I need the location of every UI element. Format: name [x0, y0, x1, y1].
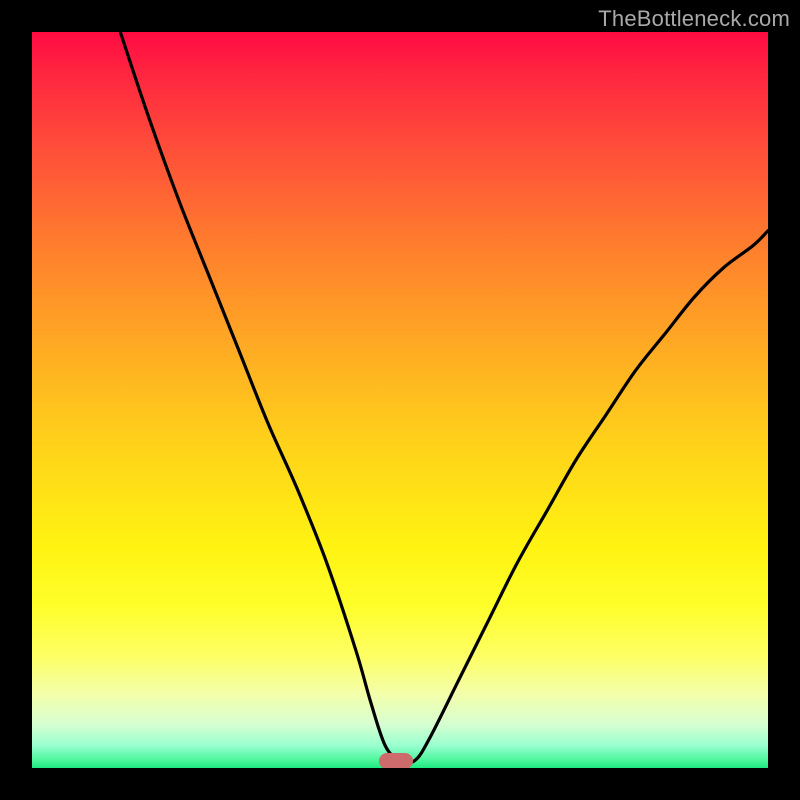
- optimum-marker: [379, 753, 413, 768]
- watermark-text: TheBottleneck.com: [598, 6, 790, 32]
- curve-path: [120, 32, 768, 763]
- bottleneck-curve: [32, 32, 768, 768]
- chart-stage: TheBottleneck.com: [0, 0, 800, 800]
- plot-area: [32, 32, 768, 768]
